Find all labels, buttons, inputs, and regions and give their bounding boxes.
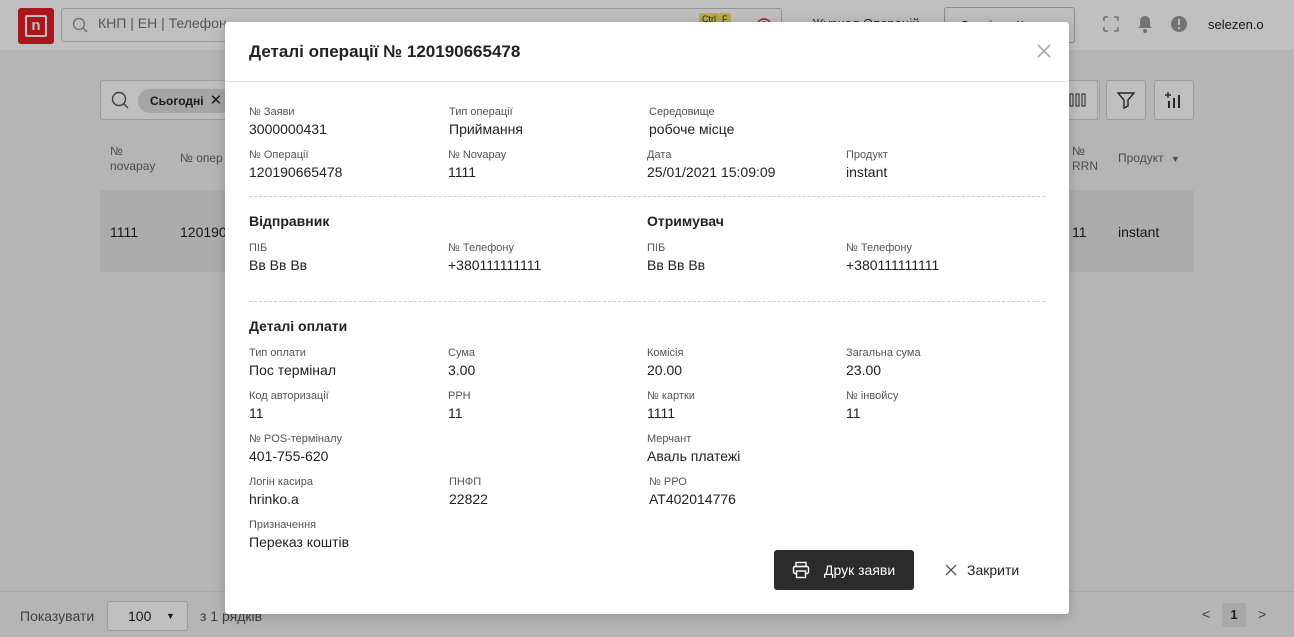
field-value: hrinko.a bbox=[249, 491, 299, 507]
field-payment-type: Тип оплати Пос термінал bbox=[249, 346, 336, 379]
field-environment: Середовище робоче місце bbox=[649, 105, 734, 138]
field-value: 3.00 bbox=[448, 362, 476, 378]
field-cashier-login: Логін касира hrinko.a bbox=[249, 475, 313, 508]
field-operation-type: Тип операції Приймання bbox=[449, 105, 523, 138]
field-value: 11 bbox=[448, 405, 463, 421]
field-value: 1111 bbox=[647, 405, 676, 421]
field-value: AT402014776 bbox=[649, 491, 736, 507]
dashed-divider bbox=[249, 301, 1045, 302]
sender-section-title: Відправник bbox=[249, 213, 330, 229]
field-value: 25/01/2021 15:09:09 bbox=[647, 164, 776, 180]
printer-icon bbox=[792, 561, 810, 579]
field-date: Дата 25/01/2021 15:09:09 bbox=[647, 148, 775, 181]
field-label: Код авторизації bbox=[249, 390, 329, 402]
field-card-no: № картки 1111 bbox=[647, 389, 695, 422]
field-rrn: РРН 11 bbox=[448, 389, 471, 422]
field-rro-no: № РРО AT402014776 bbox=[649, 475, 736, 508]
field-value: 23.00 bbox=[846, 362, 882, 378]
field-pos-terminal: № POS-терміналу 401-755-620 bbox=[249, 432, 342, 465]
field-value: 20.00 bbox=[647, 362, 683, 378]
field-label: ПНФП bbox=[449, 476, 482, 488]
field-label: Тип оплати bbox=[249, 347, 306, 359]
field-value: 11 bbox=[846, 405, 861, 421]
field-label: Мерчант bbox=[647, 433, 692, 445]
field-label: Середовище bbox=[649, 106, 715, 118]
field-value: 22822 bbox=[449, 491, 488, 507]
field-value: 120190665478 bbox=[249, 164, 343, 180]
print-button-label: Друк заяви bbox=[824, 562, 896, 578]
print-application-button[interactable]: Друк заяви bbox=[774, 550, 914, 590]
field-auth-code: Код авторизації 11 bbox=[249, 389, 329, 422]
field-value: Приймання bbox=[449, 121, 523, 137]
field-label: ПІБ bbox=[249, 242, 268, 254]
field-receiver-name: ПІБ Вв Вв Вв bbox=[647, 241, 705, 274]
field-label: РРН bbox=[448, 390, 471, 402]
field-label: Дата bbox=[647, 149, 672, 161]
close-icon[interactable] bbox=[1036, 43, 1052, 59]
field-label: № POS-терміналу bbox=[249, 433, 343, 445]
modal-title: Деталі операції № 120190665478 bbox=[249, 42, 521, 61]
dashed-divider bbox=[249, 196, 1045, 197]
field-total: Загальна сума 23.00 bbox=[846, 346, 921, 379]
field-operation-no: № Операції 120190665478 bbox=[249, 148, 342, 181]
field-value: Вв Вв Вв bbox=[249, 257, 308, 273]
operation-details-modal: Деталі операції № 120190665478 № Заяви 3… bbox=[225, 22, 1069, 614]
field-sender-name: ПІБ Вв Вв Вв bbox=[249, 241, 307, 274]
field-value: 3000000431 bbox=[249, 121, 327, 137]
field-label: № Телефону bbox=[448, 242, 514, 254]
field-label: Логін касира bbox=[249, 476, 313, 488]
receiver-section-title: Отримувач bbox=[647, 213, 724, 229]
field-purpose: Призначення Переказ коштів bbox=[249, 518, 349, 551]
field-novapay-no: № Novapay 1111 bbox=[448, 148, 506, 181]
field-product: Продукт instant bbox=[846, 148, 888, 181]
field-value: 401-755-620 bbox=[249, 448, 329, 464]
field-value: +380111111111 bbox=[448, 257, 542, 273]
field-invoice-no: № інвойсу 11 bbox=[846, 389, 898, 422]
field-label: № інвойсу bbox=[846, 390, 899, 402]
field-receiver-phone: № Телефону +380111111111 bbox=[846, 241, 939, 274]
field-value: Пос термінал bbox=[249, 362, 336, 378]
field-label: № картки bbox=[647, 390, 695, 402]
field-label: № Заяви bbox=[249, 106, 295, 118]
field-label: Комісія bbox=[647, 347, 684, 359]
close-icon bbox=[945, 564, 957, 576]
field-label: Загальна сума bbox=[846, 347, 921, 359]
field-value: Вв Вв Вв bbox=[647, 257, 706, 273]
field-value: Аваль платежі bbox=[647, 448, 741, 464]
field-label: № Novapay bbox=[448, 149, 507, 161]
field-amount: Сума 3.00 bbox=[448, 346, 475, 379]
field-value: робоче місце bbox=[649, 121, 735, 137]
field-label: Продукт bbox=[846, 149, 888, 161]
field-value: 1111 bbox=[448, 164, 477, 180]
field-merchant: Мерчант Аваль платежі bbox=[647, 432, 740, 465]
payment-section-title: Деталі оплати bbox=[249, 318, 348, 334]
close-button[interactable]: Закрити bbox=[945, 558, 1019, 582]
field-value: Переказ коштів bbox=[249, 534, 350, 550]
field-label: Призначення bbox=[249, 519, 317, 531]
field-value: +380111111111 bbox=[846, 257, 940, 273]
close-button-label: Закрити bbox=[967, 562, 1020, 578]
field-label: № Операції bbox=[249, 149, 309, 161]
field-label: Тип операції bbox=[449, 106, 513, 118]
field-application-no: № Заяви 3000000431 bbox=[249, 105, 327, 138]
field-sender-phone: № Телефону +380111111111 bbox=[448, 241, 541, 274]
field-label: № РРО bbox=[649, 476, 687, 488]
field-commission: Комісія 20.00 bbox=[647, 346, 683, 379]
field-label: № Телефону bbox=[846, 242, 912, 254]
field-label: Сума bbox=[448, 347, 476, 359]
field-pnfp: ПНФП 22822 bbox=[449, 475, 488, 508]
field-value: instant bbox=[846, 164, 888, 180]
divider bbox=[225, 81, 1069, 82]
field-label: ПІБ bbox=[647, 242, 666, 254]
field-value: 11 bbox=[249, 405, 264, 421]
